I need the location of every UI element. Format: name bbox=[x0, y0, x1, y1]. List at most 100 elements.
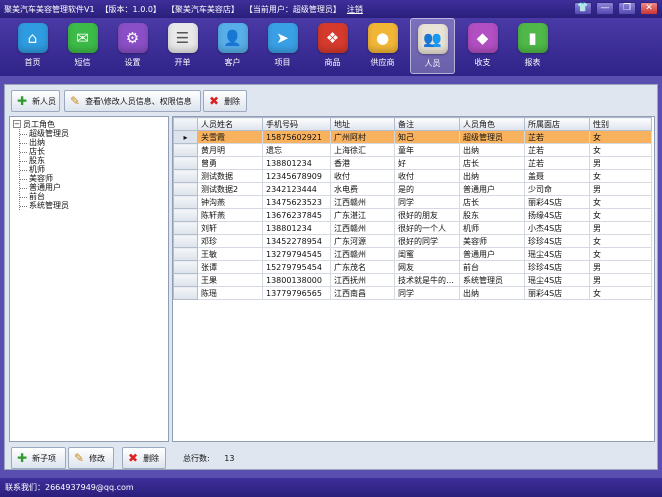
table-cell[interactable]: 瑶尘4S店 bbox=[524, 273, 590, 287]
table-cell[interactable]: 2342123444 bbox=[262, 182, 331, 196]
table-cell[interactable]: 15279795454 bbox=[262, 260, 331, 274]
column-header[interactable]: 所属面店 bbox=[524, 117, 590, 131]
nav-item-goods[interactable]: ❖ 商品 bbox=[310, 18, 355, 74]
table-cell[interactable]: 12345678909 bbox=[262, 169, 331, 183]
tree-item[interactable]: 股东 bbox=[20, 156, 165, 165]
nav-item-order[interactable]: ☰ 开单 bbox=[160, 18, 205, 74]
row-header[interactable] bbox=[173, 221, 198, 235]
row-header[interactable] bbox=[173, 247, 198, 261]
delete-role-button[interactable]: ✖ 删除 bbox=[122, 447, 166, 469]
tree-item[interactable]: 普通用户 bbox=[20, 183, 165, 192]
table-cell[interactable]: 丽彩4S店 bbox=[524, 286, 590, 300]
tree-item[interactable]: 机师 bbox=[20, 165, 165, 174]
nav-item-supplier[interactable]: ● 供应商 bbox=[360, 18, 405, 74]
table-cell[interactable]: 13676237845 bbox=[262, 208, 331, 222]
table-cell[interactable]: 测试数据2 bbox=[197, 182, 263, 196]
nav-item-project[interactable]: ➤ 项目 bbox=[260, 18, 305, 74]
table-cell[interactable]: 女 bbox=[589, 195, 652, 209]
edit-role-button[interactable]: ✎ 修改 bbox=[68, 447, 114, 469]
row-header[interactable] bbox=[173, 156, 198, 170]
table-row[interactable]: 曾勇 138801234 香港好店长 芷若男 bbox=[173, 156, 652, 170]
table-cell[interactable]: 普通用户 bbox=[459, 182, 525, 196]
table-cell[interactable]: 女 bbox=[589, 234, 652, 248]
table-cell[interactable]: 店长 bbox=[459, 156, 525, 170]
table-cell[interactable]: 很好的朋友 bbox=[394, 208, 460, 222]
table-cell[interactable]: 香港 bbox=[330, 156, 395, 170]
table-cell[interactable]: 出纳 bbox=[459, 286, 525, 300]
table-cell[interactable]: 普通用户 bbox=[459, 247, 525, 261]
table-cell[interactable]: 前台 bbox=[459, 260, 525, 274]
tree-root[interactable]: − 员工角色 bbox=[13, 119, 165, 129]
table-cell[interactable]: 知己 bbox=[394, 130, 460, 144]
table-cell[interactable]: 珍珍4S店 bbox=[524, 260, 590, 274]
table-cell[interactable]: 水电费 bbox=[330, 182, 395, 196]
table-cell[interactable]: 测试数据 bbox=[197, 169, 263, 183]
table-cell[interactable]: 同学 bbox=[394, 195, 460, 209]
maximize-button[interactable]: ❐ bbox=[618, 2, 636, 15]
table-cell[interactable]: 系统管理员 bbox=[459, 273, 525, 287]
table-cell[interactable]: 王果 bbox=[197, 273, 263, 287]
table-cell[interactable]: 很好的一个人 bbox=[394, 221, 460, 235]
tree-item[interactable]: 店长 bbox=[20, 147, 165, 156]
table-cell[interactable]: 扬缘4S店 bbox=[524, 208, 590, 222]
add-child-button[interactable]: ✚ 新子项 bbox=[11, 447, 66, 469]
table-cell[interactable]: 小杰4S店 bbox=[524, 221, 590, 235]
table-cell[interactable]: 陈瑶 bbox=[197, 286, 263, 300]
nav-item-gear[interactable]: ⚙ 设置 bbox=[110, 18, 155, 74]
table-cell[interactable]: 女 bbox=[589, 130, 652, 144]
table-cell[interactable]: 技术就是牛的… bbox=[394, 273, 460, 287]
table-cell[interactable]: 丽彩4S店 bbox=[524, 195, 590, 209]
table-cell[interactable]: 男 bbox=[589, 273, 652, 287]
table-cell[interactable]: 曾勇 bbox=[197, 156, 263, 170]
table-row[interactable]: 陈瑶 13779796565 江西南昌 同学 出纳 丽彩4S店女 bbox=[173, 286, 652, 300]
tree-item[interactable]: 出纳 bbox=[20, 138, 165, 147]
nav-item-report[interactable]: ▮ 报表 bbox=[510, 18, 555, 74]
table-cell[interactable]: 芷若 bbox=[524, 156, 590, 170]
table-cell[interactable]: 男 bbox=[589, 156, 652, 170]
table-cell[interactable]: 138801234 bbox=[262, 221, 331, 235]
table-cell[interactable]: 收付 bbox=[330, 169, 395, 183]
table-row[interactable]: 陈轩燕 13676237845 广东湛江 很好的朋友 股东 扬缘4S店女 bbox=[173, 208, 652, 222]
table-cell[interactable]: 陈轩燕 bbox=[197, 208, 263, 222]
table-cell[interactable]: 13475623523 bbox=[262, 195, 331, 209]
close-button[interactable]: ✕ bbox=[640, 2, 658, 15]
table-cell[interactable]: 江西南昌 bbox=[330, 286, 395, 300]
table-row[interactable]: 测试数据2 2342123444 水电费 是的 普通用户 少司命男 bbox=[173, 182, 652, 196]
table-cell[interactable]: 是的 bbox=[394, 182, 460, 196]
table-cell[interactable]: 男 bbox=[589, 260, 652, 274]
table-cell[interactable]: 收付 bbox=[394, 169, 460, 183]
table-cell[interactable]: 好 bbox=[394, 156, 460, 170]
column-header[interactable]: 备注 bbox=[394, 117, 460, 131]
tree-item[interactable]: 美容师 bbox=[20, 174, 165, 183]
table-cell[interactable]: 机师 bbox=[459, 221, 525, 235]
table-cell[interactable]: 江西赣州 bbox=[330, 247, 395, 261]
tree-item[interactable]: 前台 bbox=[20, 192, 165, 201]
table-cell[interactable]: 广东茂名 bbox=[330, 260, 395, 274]
row-header[interactable] bbox=[173, 143, 198, 157]
table-cell[interactable]: 童年 bbox=[394, 143, 460, 157]
table-cell[interactable]: 关雪霞 bbox=[197, 130, 263, 144]
table-cell[interactable]: 少司命 bbox=[524, 182, 590, 196]
table-row[interactable]: 刘轩 138801234 江西赣州 很好的一个人 机师 小杰4S店男 bbox=[173, 221, 652, 235]
table-cell[interactable]: 13279794545 bbox=[262, 247, 331, 261]
table-cell[interactable]: 女 bbox=[589, 286, 652, 300]
table-cell[interactable]: 邓珍 bbox=[197, 234, 263, 248]
table-cell[interactable]: 芷若 bbox=[524, 143, 590, 157]
table-cell[interactable]: 15875602921 bbox=[262, 130, 331, 144]
column-header[interactable]: 性别 bbox=[589, 117, 652, 131]
tree-item[interactable]: 系统管理员 bbox=[20, 201, 165, 210]
row-header[interactable] bbox=[173, 234, 198, 248]
table-cell[interactable]: 瑶尘4S店 bbox=[524, 247, 590, 261]
table-cell[interactable]: 女 bbox=[589, 143, 652, 157]
table-cell[interactable]: 出纳 bbox=[459, 169, 525, 183]
table-cell[interactable]: 闺蜜 bbox=[394, 247, 460, 261]
add-staff-button[interactable]: ✚ 新人员 bbox=[11, 90, 60, 112]
table-cell[interactable]: 13452278954 bbox=[262, 234, 331, 248]
table-cell[interactable]: 女 bbox=[589, 247, 652, 261]
table-cell[interactable]: 刘轩 bbox=[197, 221, 263, 235]
nav-item-finance[interactable]: ◆ 收支 bbox=[460, 18, 505, 74]
skin-button[interactable]: 👕 bbox=[574, 2, 592, 15]
column-header[interactable]: 人员角色 bbox=[459, 117, 525, 131]
table-cell[interactable]: 超级管理员 bbox=[459, 130, 525, 144]
table-row[interactable]: 黄月明 遗忘 上海徐汇 童年 出纳 芷若女 bbox=[173, 143, 652, 157]
